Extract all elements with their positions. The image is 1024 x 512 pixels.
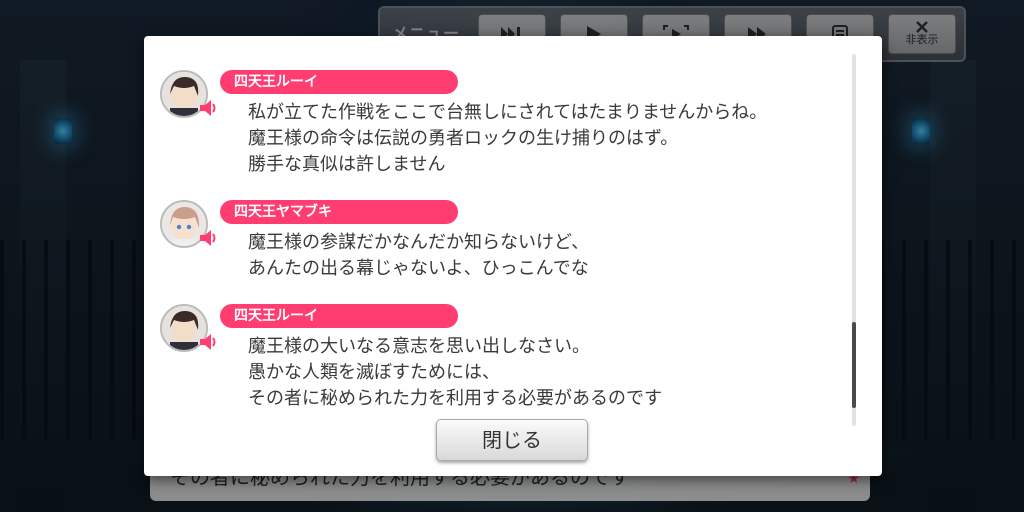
game-scene: メニュー 非表示 その者に秘められた力を利用する必要があるのです ★ 四天王ルー… <box>0 0 1024 512</box>
log-line: 私が立てた作戦をここで台無しにされてはたまりませんからね。 <box>248 102 768 123</box>
log-line: その者に秘められた力を利用する必要があるのです <box>248 388 662 409</box>
voice-replay-icon[interactable] <box>198 332 218 356</box>
log-line: 勝手な真似は許しません <box>248 154 446 175</box>
log-line: 魔王様の大いなる意志を思い出しなさい。 <box>248 336 590 357</box>
speaker-name: 四天王ルーイ <box>220 304 458 328</box>
backlog-list[interactable]: 四天王ルーイ 私が立てた作戦をここで台無しにされてはたまりませんからね。 魔王様… <box>144 36 844 416</box>
voice-replay-icon[interactable] <box>198 98 218 122</box>
backlog-dialog: 四天王ルーイ 私が立てた作戦をここで台無しにされてはたまりませんからね。 魔王様… <box>144 36 882 476</box>
close-button[interactable]: 閉じる <box>436 419 588 461</box>
log-line: 愚かな人類を滅ぼすためには、 <box>248 362 500 383</box>
log-line: あんたの出る幕じゃないよ、ひっこんでな <box>248 258 589 279</box>
voice-replay-icon[interactable] <box>198 228 218 252</box>
speaker-name: 四天王ルーイ <box>220 70 458 94</box>
speaker-name: 四天王ヤマブキ <box>220 200 458 224</box>
log-line: 魔王様の参謀だかなんだか知らないけど、 <box>248 232 590 253</box>
log-line: 魔王様の命令は伝説の勇者ロックの生け捕りのはず。 <box>248 128 679 149</box>
scrollbar-thumb[interactable] <box>852 322 856 408</box>
